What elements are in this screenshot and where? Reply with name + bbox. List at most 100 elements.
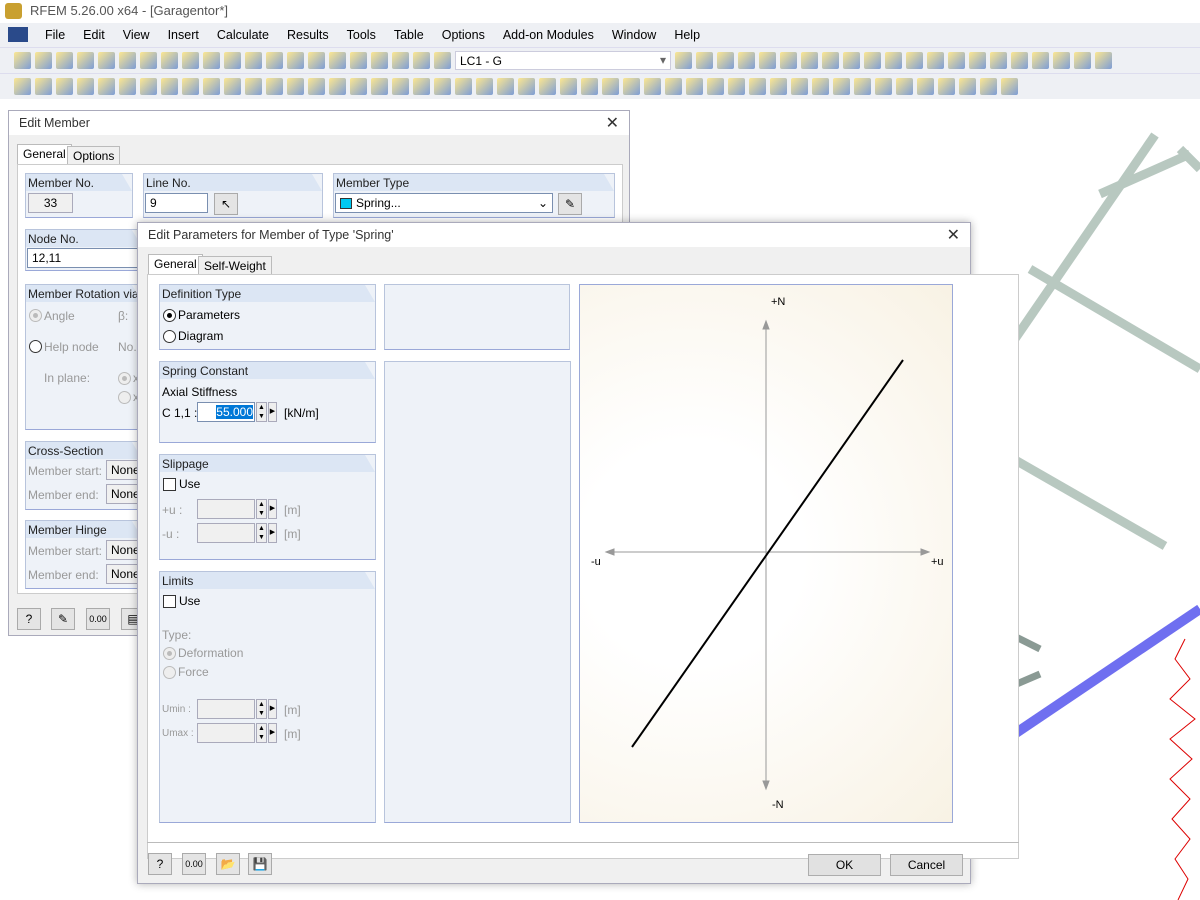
toolbar-button-icon[interactable] (1011, 52, 1028, 69)
toolbar-button-icon[interactable] (791, 78, 808, 95)
toolbar-button-icon[interactable] (801, 52, 818, 69)
axial-stiffness-field[interactable]: 55.000 (197, 402, 255, 422)
toolbar-button-icon[interactable] (1001, 78, 1018, 95)
menu-file[interactable]: File (36, 28, 74, 42)
toolbar-button-icon[interactable] (896, 78, 913, 95)
toolbar-button-icon[interactable] (980, 78, 997, 95)
toolbar-button-icon[interactable] (759, 52, 776, 69)
toolbar-button-icon[interactable] (812, 78, 829, 95)
toolbar-button-icon[interactable] (203, 52, 220, 69)
deformation-radio[interactable] (163, 647, 176, 660)
help-icon[interactable]: ? (17, 608, 41, 630)
toolbar-button-icon[interactable] (119, 78, 136, 95)
toolbar-button-icon[interactable] (77, 52, 94, 69)
toolbar-button-icon[interactable] (707, 78, 724, 95)
cancel-button[interactable]: Cancel (890, 854, 963, 876)
toolbar-button-icon[interactable] (686, 78, 703, 95)
toolbar-button-icon[interactable] (245, 52, 262, 69)
stiffness-menu-arrow[interactable]: ▶ (268, 402, 277, 422)
menu-help[interactable]: Help (665, 28, 709, 42)
toolbar-button-icon[interactable] (927, 52, 944, 69)
umin-arrow[interactable]: ▶ (268, 699, 277, 719)
toolbar-button-icon[interactable] (969, 52, 986, 69)
toolbar-button-icon[interactable] (413, 78, 430, 95)
toolbar-button-icon[interactable] (539, 78, 556, 95)
toolbar-button-icon[interactable] (917, 78, 934, 95)
toolbar-button-icon[interactable] (1053, 52, 1070, 69)
toolbar-button-icon[interactable] (864, 52, 881, 69)
toolbar-button-icon[interactable] (182, 52, 199, 69)
toolbar-button-icon[interactable] (476, 78, 493, 95)
plus-u-arrow[interactable]: ▶ (268, 499, 277, 519)
toolbar-button-icon[interactable] (14, 78, 31, 95)
toolbar-button-icon[interactable] (287, 78, 304, 95)
toolbar-button-icon[interactable] (938, 78, 955, 95)
toolbar-button-icon[interactable] (518, 78, 535, 95)
edit-type-parameters-button[interactable]: ✎ (558, 193, 582, 215)
units-decimals-icon[interactable]: 0.00 (86, 608, 110, 630)
toolbar-button-icon[interactable] (675, 52, 692, 69)
toolbar-button-icon[interactable] (308, 78, 325, 95)
toolbar-button-icon[interactable] (434, 52, 451, 69)
tab-self-weight[interactable]: Self-Weight (198, 256, 272, 274)
toolbar-button-icon[interactable] (749, 78, 766, 95)
toolbar-button-icon[interactable] (224, 78, 241, 95)
menu-insert[interactable]: Insert (159, 28, 208, 42)
minus-u-arrow[interactable]: ▶ (268, 523, 277, 543)
toolbar-button-icon[interactable] (140, 52, 157, 69)
save-icon[interactable]: 💾 (248, 853, 272, 875)
toolbar-button-icon[interactable] (833, 78, 850, 95)
umin-spinner[interactable]: ▲ ▼ (256, 699, 267, 719)
edit-icon[interactable]: ✎ (51, 608, 75, 630)
toolbar-button-icon[interactable] (770, 78, 787, 95)
open-folder-icon[interactable]: 📂 (216, 853, 240, 875)
menu-results[interactable]: Results (278, 28, 338, 42)
toolbar-button-icon[interactable] (350, 52, 367, 69)
stiffness-spinner[interactable]: ▲ ▼ (256, 402, 267, 422)
menu-window[interactable]: Window (603, 28, 665, 42)
app-menu-icon[interactable] (8, 27, 28, 42)
node-no-field[interactable]: 12,11 (27, 248, 143, 268)
close-icon[interactable]: ✕ (606, 113, 619, 133)
toolbar-button-icon[interactable] (854, 78, 871, 95)
toolbar-button-icon[interactable] (455, 78, 472, 95)
toolbar-button-icon[interactable] (644, 78, 661, 95)
plus-u-spinner[interactable]: ▲ ▼ (256, 499, 267, 519)
pick-line-button[interactable]: ↖ (214, 193, 238, 215)
menu-edit[interactable]: Edit (74, 28, 114, 42)
toolbar-button-icon[interactable] (1095, 52, 1112, 69)
units-decimals-icon[interactable]: 0.00 (182, 853, 206, 875)
toolbar-button-icon[interactable] (392, 52, 409, 69)
toolbar-button-icon[interactable] (717, 52, 734, 69)
toolbar-button-icon[interactable] (329, 52, 346, 69)
tab-general[interactable]: General (148, 254, 203, 274)
toolbar-button-icon[interactable] (203, 78, 220, 95)
line-no-select[interactable]: 9 (145, 193, 208, 213)
toolbar-button-icon[interactable] (990, 52, 1007, 69)
toolbar-button-icon[interactable] (14, 52, 31, 69)
plane-radio-2[interactable] (118, 391, 131, 404)
member-no-field[interactable]: 33 (28, 193, 73, 213)
toolbar-button-icon[interactable] (728, 78, 745, 95)
minus-u-spinner[interactable]: ▲ ▼ (256, 523, 267, 543)
force-radio[interactable] (163, 666, 176, 679)
toolbar-button-icon[interactable] (602, 78, 619, 95)
toolbar-button-icon[interactable] (35, 78, 52, 95)
load-case-select[interactable]: LC1 - G (455, 51, 671, 70)
umin-field[interactable] (197, 699, 255, 719)
menu-calculate[interactable]: Calculate (208, 28, 278, 42)
toolbar-button-icon[interactable] (843, 52, 860, 69)
limits-use-checkbox[interactable] (163, 595, 176, 608)
toolbar-button-icon[interactable] (77, 78, 94, 95)
toolbar-button-icon[interactable] (581, 78, 598, 95)
toolbar-button-icon[interactable] (875, 78, 892, 95)
umax-spinner[interactable]: ▲ ▼ (256, 723, 267, 743)
menu-addon[interactable]: Add-on Modules (494, 28, 603, 42)
close-icon[interactable]: ✕ (947, 225, 960, 245)
toolbar-button-icon[interactable] (245, 78, 262, 95)
toolbar-button-icon[interactable] (35, 52, 52, 69)
angle-radio[interactable] (29, 309, 42, 322)
toolbar-button-icon[interactable] (906, 52, 923, 69)
help-node-radio[interactable] (29, 340, 42, 353)
umax-arrow[interactable]: ▶ (268, 723, 277, 743)
